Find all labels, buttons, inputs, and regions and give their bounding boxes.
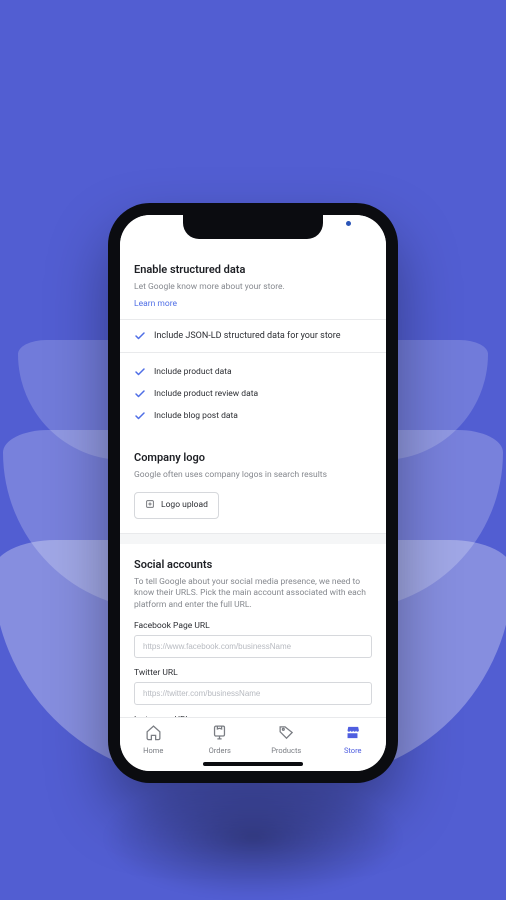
- toggle-label: Include product data: [154, 367, 232, 377]
- orders-icon: [211, 724, 228, 743]
- tab-label: Orders: [209, 746, 231, 755]
- facebook-url-label: Facebook Page URL: [134, 621, 372, 631]
- toggle-include-review[interactable]: Include product review data: [120, 383, 386, 405]
- tab-products[interactable]: Products: [253, 718, 320, 761]
- section-title: Social accounts: [134, 558, 372, 571]
- check-icon: [134, 388, 146, 400]
- section-description: Google often uses company logos in searc…: [134, 470, 372, 481]
- toggle-include-blog[interactable]: Include blog post data: [120, 405, 386, 427]
- upload-label: Logo upload: [161, 500, 208, 510]
- section-title: Enable structured data: [134, 263, 372, 276]
- phone-screen: Enable structured data Let Google know m…: [120, 215, 386, 771]
- toggle-label: Include blog post data: [154, 411, 238, 421]
- tab-orders[interactable]: Orders: [187, 718, 254, 761]
- screen-content: Enable structured data Let Google know m…: [120, 215, 386, 717]
- home-icon: [145, 724, 162, 743]
- section-description: Let Google know more about your store.: [134, 282, 372, 293]
- section-structured-data: Enable structured data Let Google know m…: [120, 249, 386, 320]
- tab-home[interactable]: Home: [120, 718, 187, 761]
- facebook-url-input[interactable]: [134, 635, 372, 658]
- upload-icon: [145, 499, 155, 512]
- device-notch: [183, 215, 323, 239]
- learn-more-link[interactable]: Learn more: [134, 299, 177, 309]
- toggle-include-jsonld[interactable]: Include JSON-LD structured data for your…: [120, 320, 386, 353]
- home-indicator: [203, 762, 303, 766]
- toggle-label: Include product review data: [154, 389, 258, 399]
- toggle-label: Include JSON-LD structured data for your…: [154, 331, 341, 341]
- check-icon: [134, 330, 146, 342]
- check-icon: [134, 366, 146, 378]
- tab-store[interactable]: Store: [320, 718, 387, 761]
- section-social-accounts: Social accounts To tell Google about you…: [120, 544, 386, 717]
- section-company-logo: Company logo Google often uses company l…: [120, 437, 386, 533]
- toggle-include-product[interactable]: Include product data: [120, 361, 386, 383]
- check-icon: [134, 410, 146, 422]
- section-description: To tell Google about your social media p…: [134, 577, 372, 611]
- twitter-url-label: Twitter URL: [134, 668, 372, 678]
- tab-label: Home: [143, 746, 163, 755]
- twitter-url-input[interactable]: [134, 682, 372, 705]
- store-icon: [344, 724, 361, 743]
- tab-label: Products: [271, 746, 301, 755]
- section-title: Company logo: [134, 451, 372, 464]
- phone-frame: Enable structured data Let Google know m…: [108, 203, 398, 783]
- products-icon: [278, 724, 295, 743]
- logo-upload-button[interactable]: Logo upload: [134, 492, 219, 519]
- tab-label: Store: [344, 746, 362, 755]
